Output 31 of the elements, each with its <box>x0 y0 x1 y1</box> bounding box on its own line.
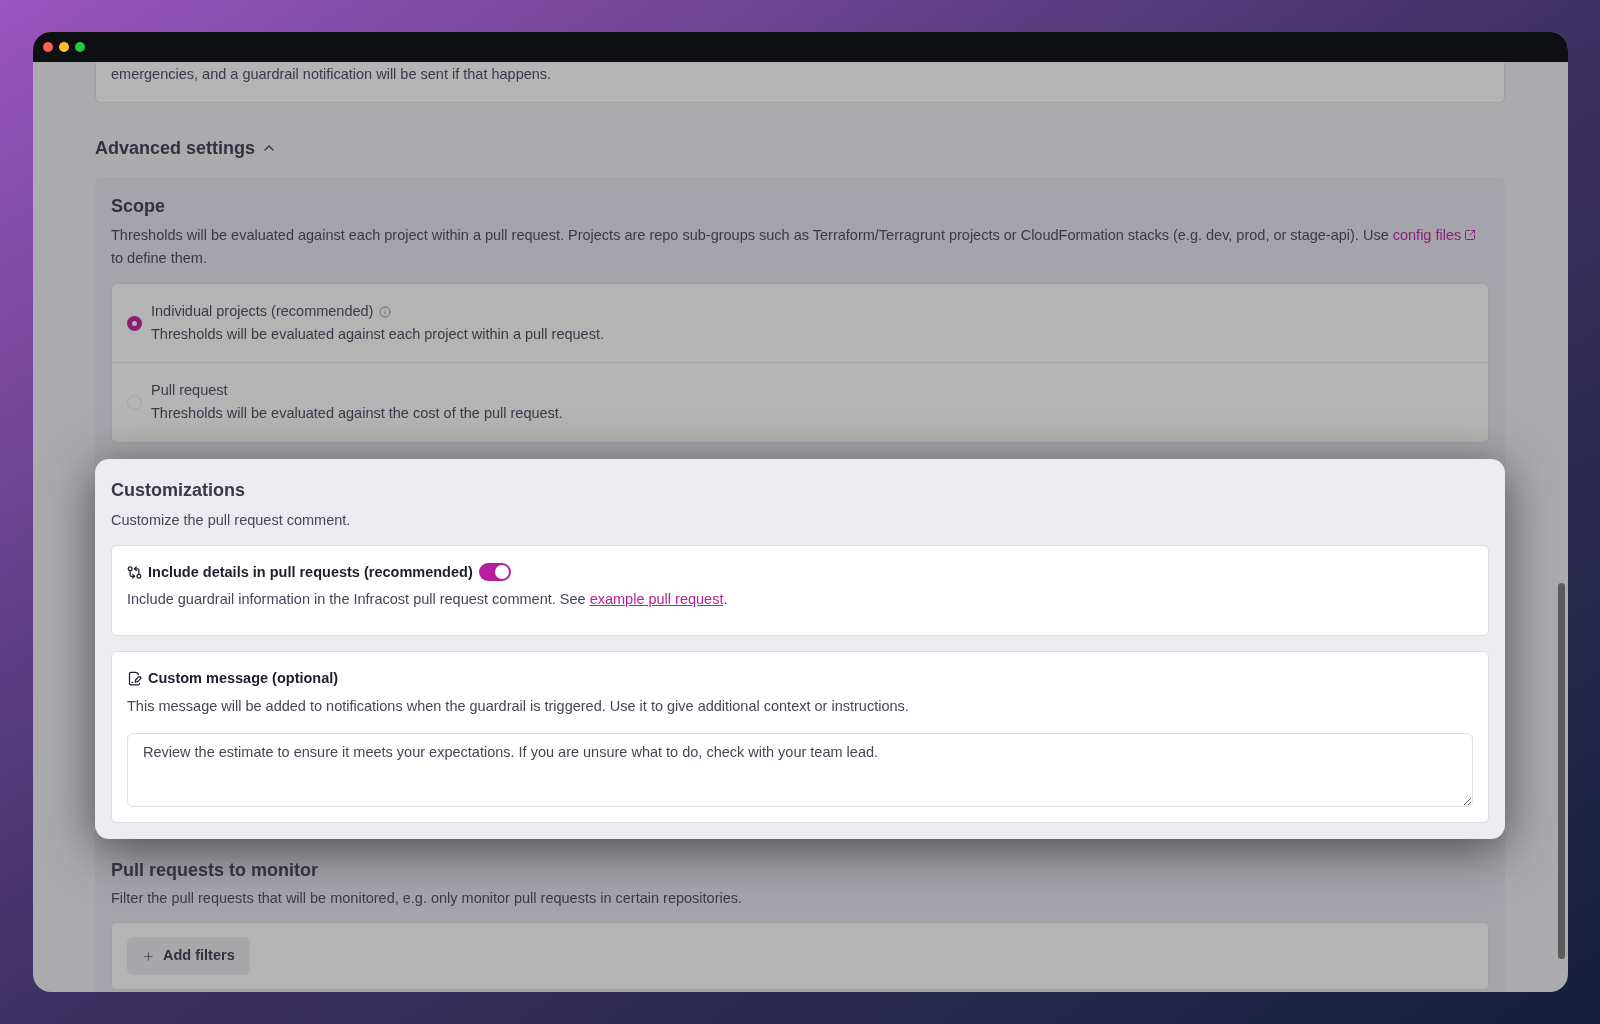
plus-icon <box>142 949 155 963</box>
section-description: Thresholds will be evaluated against each project within a pull request. Projects are repo sub-groups such as Terraform/Terragrunt projects or CloudFormation stacks (e.g. dev, prod, or stage-api). Use config files to define them. <box>111 223 1489 270</box>
option-label: Pull request <box>151 381 228 401</box>
section-description: Customize the pull request comment. <box>111 510 352 530</box>
branch-arrows-icon <box>127 564 142 580</box>
external-link-icon <box>1464 229 1477 242</box>
radio-option[interactable]: Pull request Thresholds will be evaluated against the cost of the pull request. <box>112 362 1488 442</box>
advanced-settings-toggle[interactable]: Advanced settings <box>95 134 278 162</box>
radio-option[interactable]: Individual projects (recommended) Thresholds will be evaluated against each project within a pull request. <box>112 283 1488 363</box>
section-description: Filter the pull requests that will be monitored, e.g. only monitor pull requests in certain repositories. <box>111 888 744 908</box>
minimize-icon[interactable] <box>59 42 69 52</box>
option-label: Individual projects (recommended) <box>151 301 374 321</box>
example-link[interactable]: example pull request <box>589 591 724 608</box>
toggle-switch[interactable] <box>478 563 511 582</box>
card-text: emergencies, and a guardrail notification will be sent if that happens. <box>111 65 553 84</box>
section-title: Scope <box>111 194 167 218</box>
section-title: Customizations <box>111 478 246 502</box>
close-icon[interactable] <box>43 42 53 52</box>
setting-title: Include details in pull requests (recommended) <box>148 562 473 582</box>
radio-button[interactable] <box>127 315 142 331</box>
file-pen-icon <box>127 671 142 687</box>
config-files-link[interactable]: config files <box>1392 223 1477 247</box>
add-filters-button[interactable]: Add filters <box>127 937 250 975</box>
message-field[interactable]: Review the estimate to ensure it meets your expectations. If you are unsure what to do, check with your team lead. <box>127 732 1473 807</box>
maximize-icon[interactable] <box>75 42 85 52</box>
option-description: Thresholds will be evaluated against the cost of the pull request. <box>151 404 563 423</box>
option-description: Thresholds will be evaluated against each project within a pull request. <box>151 324 604 344</box>
setting-description: This message will be added to notifications when the guardrail is triggered. Use it to give additional context or instructions. <box>127 696 910 716</box>
section-title: Pull requests to monitor <box>111 858 320 882</box>
setting-title: Custom message (optional) <box>148 669 339 688</box>
setting-description: Include guardrail information in the Infracost pull request comment. See example pull request. <box>127 590 729 610</box>
